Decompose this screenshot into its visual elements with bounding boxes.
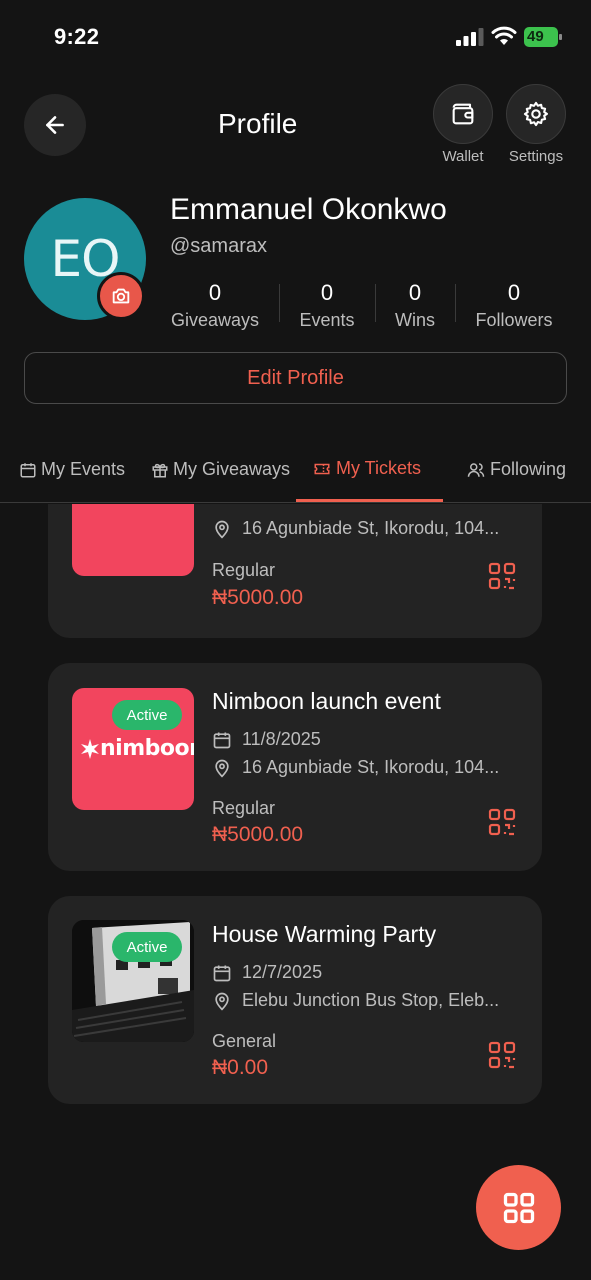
qr-code-icon[interactable] [488,808,516,836]
stat-followers[interactable]: 0 Followers [472,280,556,331]
location-text: Elebu Junction Bus Stop, Eleb... [242,990,500,1010]
ticket-icon [314,463,330,474]
stat-value: 0 [408,280,422,305]
stat-divider [279,284,280,322]
stat-events[interactable]: 0 Events [296,280,358,331]
nimboon-logo: nimboon [80,736,194,761]
ticket-price: ₦5000.00 [212,586,304,609]
camera-icon [112,288,130,304]
ticket-card[interactable]: Active nimboon Nimboon launch event 11/8… [48,663,542,871]
event-date: 11/8/2025 [212,729,321,750]
stat-divider [375,284,376,322]
settings-label: Settings [508,148,564,165]
tab-label: My Tickets [336,458,422,478]
location-pin-icon [215,759,229,777]
calendar-icon [20,462,36,477]
event-thumbnail: Active [72,920,194,1042]
gift-icon [152,463,168,477]
qr-code-icon[interactable] [488,1041,516,1069]
stat-label: Giveaways [170,310,260,330]
event-date: 12/7/2025 [212,962,322,983]
ticket-list[interactable]: 16 Agunbiade St, Ikorodu, 104... Regular… [0,504,591,1280]
edit-profile-button[interactable]: Edit Profile [24,352,567,404]
stat-value: 0 [208,280,222,305]
status-time: 9:22 [54,24,100,49]
wallet-button[interactable]: Wallet [433,84,493,165]
grid-menu-button[interactable] [476,1165,561,1250]
brand-text: nimboon [100,736,194,761]
ticket-price: ₦5000.00 [212,823,304,846]
profile-tabs: My Events My Giveaways My Tickets Follow… [0,445,591,503]
star-burst-icon [81,738,99,759]
tab-label: My Events [41,459,126,479]
stat-value: 0 [507,280,521,305]
date-text: 12/7/2025 [242,962,323,982]
stat-label: Wins [395,310,435,330]
location-text: 16 Agunbiade St, Ikorodu, 104... [242,757,500,777]
event-thumbnail: Active nimboon [72,688,194,810]
user-name: Emmanuel Okonkwo [170,193,447,226]
location-pin-icon [215,992,229,1010]
location-text: 16 Agunbiade St, Ikorodu, 104... [242,518,500,538]
grid-icon [503,1192,534,1223]
stat-giveaways[interactable]: 0 Giveaways [170,280,260,331]
tab-my-tickets[interactable]: My Tickets [312,458,421,479]
event-location: 16 Agunbiade St, Ikorodu, 104... [212,757,499,778]
event-title: Nimboon launch event [212,688,441,714]
back-button[interactable] [24,94,86,156]
page-title: Profile [218,108,298,139]
cellular-signal-icon [456,28,484,46]
ticket-price: ₦0.00 [212,1056,269,1079]
stat-value: 0 [320,280,334,305]
location-pin-icon [215,520,229,538]
stat-divider [455,284,456,322]
wallet-label: Wallet [442,148,484,165]
status-badge: Active [112,700,182,730]
user-handle: @samarax [170,235,267,257]
event-location: Elebu Junction Bus Stop, Eleb... [212,990,499,1011]
event-location: 16 Agunbiade St, Ikorodu, 104... [212,518,499,539]
status-badge: Active [112,932,182,962]
stat-label: Events [299,310,355,330]
qr-code-icon[interactable] [488,562,516,590]
ticket-card[interactable]: 16 Agunbiade St, Ikorodu, 104... Regular… [48,504,542,638]
users-icon [467,462,485,477]
event-title: House Warming Party [212,921,437,947]
calendar-icon [213,732,231,748]
arrow-left-icon [46,116,64,134]
tab-label: Following [490,459,567,479]
tab-following[interactable]: Following [466,459,566,480]
battery-level: 49 [527,28,544,45]
date-text: 11/8/2025 [242,729,321,749]
wallet-icon [452,103,474,125]
ticket-tier: General [212,1031,277,1051]
active-tab-indicator [296,499,443,502]
tab-my-giveaways[interactable]: My Giveaways [151,459,290,480]
ticket-card[interactable]: Active House Warming Party 12/7/2025 Ele… [48,896,542,1104]
tab-my-events[interactable]: My Events [19,459,125,480]
settings-button[interactable]: Settings [506,84,566,165]
wifi-icon [491,26,517,45]
change-photo-button[interactable] [97,272,145,320]
gear-icon [523,101,549,127]
event-thumbnail [72,504,194,576]
status-bar: 9:22 49 [0,0,591,70]
stat-label: Followers [475,310,553,330]
calendar-icon [213,965,231,981]
battery-icon: 49 [524,27,562,47]
ticket-tier: Regular [212,560,276,580]
ticket-tier: Regular [212,798,276,818]
stat-wins[interactable]: 0 Wins [392,280,438,331]
tab-label: My Giveaways [173,459,291,479]
